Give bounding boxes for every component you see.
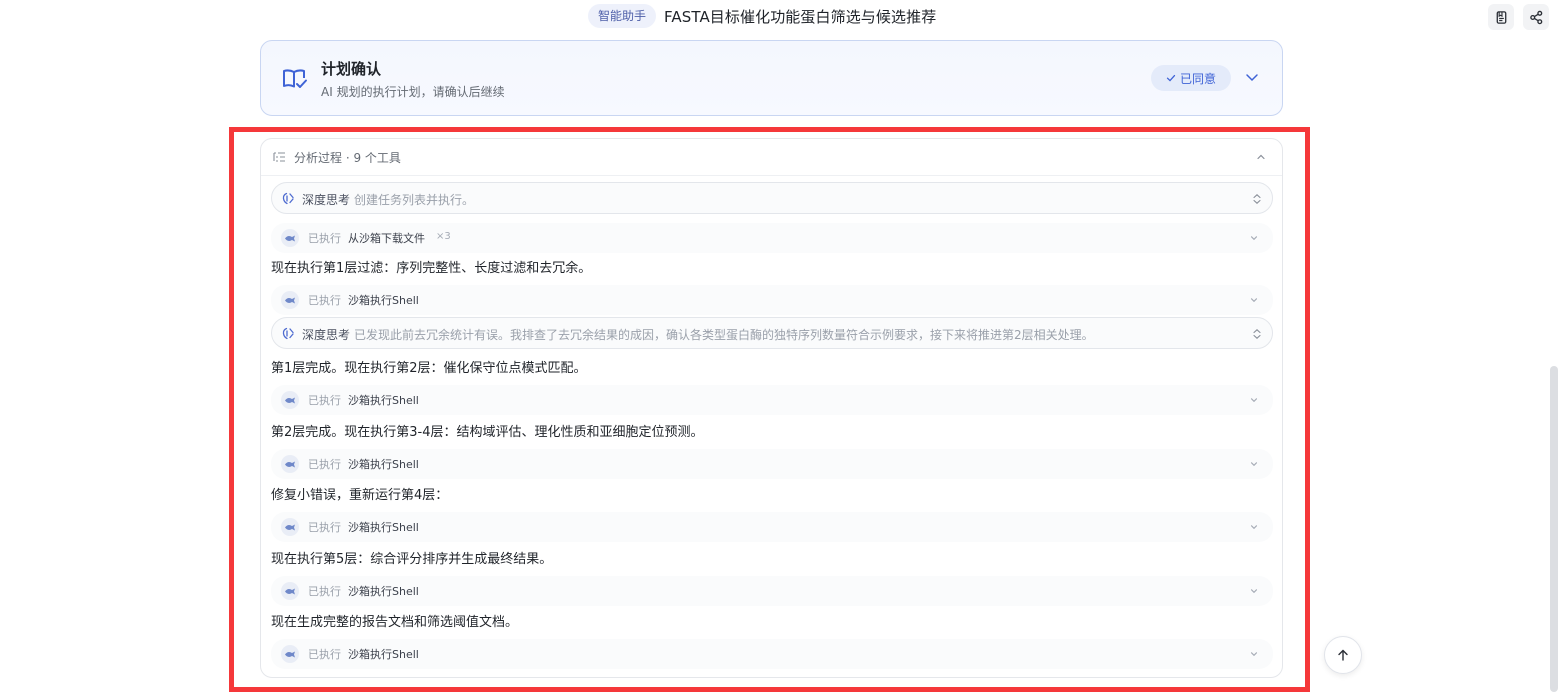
chevron-down-icon[interactable]	[1249, 522, 1259, 532]
tool-name: 沙箱执行Shell	[348, 521, 419, 534]
tool-name: 从沙箱下载文件	[348, 232, 425, 245]
sandbox-fish-icon	[285, 235, 295, 241]
deep-think-summary: 已发现此前去冗余统计有误。我排查了去冗余结果的成因，确认各类型蛋白酶的独特序列数…	[354, 328, 1094, 342]
deep-think-row[interactable]: 深度思考 已发现此前去冗余统计有误。我排查了去冗余结果的成因，确认各类型蛋白酶的独…	[271, 317, 1273, 349]
chevron-up-icon[interactable]	[1255, 151, 1267, 163]
deep-think-summary: 创建任务列表并执行。	[354, 193, 475, 207]
tool-execution-row[interactable]: 已执行 沙箱执行Shell	[271, 639, 1273, 669]
deep-think-row[interactable]: 深度思考 创建任务列表并执行。	[271, 182, 1273, 214]
tool-name: 沙箱执行Shell	[348, 458, 419, 471]
execution-status: 已执行	[308, 585, 341, 598]
tool-execution-row[interactable]: 已执行 沙箱执行Shell	[271, 449, 1273, 479]
plan-confirm-card[interactable]: 计划确认 AI 规划的执行计划，请确认后继续 已同意	[260, 40, 1283, 116]
analysis-panel: 分析过程 · 9 个工具 深度思考 创建任务列表并执行。 已执行 从沙箱下载文件 ×3 现…	[260, 138, 1283, 678]
tool-avatar	[281, 291, 299, 309]
assistant-message: 现在生成完整的报告文档和筛选阈值文档。	[271, 615, 519, 630]
tool-avatar	[281, 229, 299, 247]
chevron-down-icon[interactable]	[1249, 649, 1259, 659]
plan-title: 计划确认	[321, 60, 382, 78]
title-area: 智能助手 FASTA目标催化功能蛋白筛选与候选推荐	[588, 4, 936, 28]
assistant-message: 现在执行第1层过滤：序列完整性、长度过滤和去冗余。	[271, 261, 592, 276]
tool-execution-row[interactable]: 已执行 沙箱执行Shell	[271, 512, 1273, 542]
sandbox-fish-icon	[285, 297, 295, 303]
tool-execution-row[interactable]: 已执行 沙箱执行Shell	[271, 385, 1273, 415]
share-button[interactable]	[1523, 4, 1549, 30]
plan-subtitle: AI 规划的执行计划，请确认后继续	[321, 85, 505, 99]
sandbox-fish-icon	[285, 524, 295, 530]
assistant-message: 现在执行第5层：综合评分排序并生成最终结果。	[271, 552, 553, 567]
assistant-message: 修复小错误，重新运行第4层：	[271, 488, 449, 503]
tool-avatar	[281, 645, 299, 663]
execution-status: 已执行	[308, 294, 341, 307]
chevron-down-icon[interactable]	[1249, 586, 1259, 596]
sandbox-fish-icon	[285, 588, 295, 594]
chevron-down-icon[interactable]	[1249, 233, 1259, 243]
tool-name: 沙箱执行Shell	[348, 585, 419, 598]
top-header: 智能助手 FASTA目标催化功能蛋白筛选与候选推荐	[0, 0, 1561, 36]
assistant-message: 第1层完成。现在执行第2层：催化保守位点模式匹配。	[271, 361, 587, 376]
tool-execution-row[interactable]: 已执行 从沙箱下载文件 ×3	[271, 223, 1273, 253]
tool-name: 沙箱执行Shell	[348, 294, 419, 307]
sandbox-fish-icon	[285, 651, 295, 657]
chevron-down-icon[interactable]	[1245, 70, 1259, 84]
list-icon	[273, 152, 285, 162]
tool-execution-row[interactable]: 已执行 沙箱执行Shell	[271, 576, 1273, 606]
agreed-status-chip: 已同意	[1151, 65, 1231, 91]
analysis-header-label: 分析过程 · 9 个工具	[294, 151, 401, 165]
deep-think-icon	[282, 327, 294, 340]
scrollbar-thumb[interactable]	[1550, 366, 1558, 692]
expand-toggle-icon[interactable]	[1252, 328, 1262, 340]
execution-status: 已执行	[308, 394, 341, 407]
tool-name: 沙箱执行Shell	[348, 648, 419, 661]
assistant-badge: 智能助手	[588, 4, 657, 28]
chevron-down-icon[interactable]	[1249, 459, 1259, 469]
share-icon	[1529, 10, 1542, 24]
deep-think-label: 深度思考	[302, 328, 351, 342]
tool-avatar	[281, 582, 299, 600]
deep-think-label: 深度思考	[302, 193, 351, 207]
chevron-down-icon[interactable]	[1249, 295, 1259, 305]
sandbox-fish-icon	[285, 397, 295, 403]
agreed-label: 已同意	[1179, 71, 1216, 86]
copy-document-button[interactable]	[1488, 4, 1514, 30]
sandbox-fish-icon	[285, 461, 295, 467]
deep-think-icon	[282, 192, 294, 205]
analysis-header[interactable]: 分析过程 · 9 个工具	[261, 139, 1282, 176]
check-icon	[1166, 74, 1176, 82]
tool-avatar	[281, 391, 299, 409]
execution-status: 已执行	[308, 521, 341, 534]
book-check-icon	[283, 69, 307, 88]
execution-status: 已执行	[308, 648, 341, 661]
tool-execution-row[interactable]: 已执行 沙箱执行Shell	[271, 285, 1273, 315]
tool-avatar	[281, 455, 299, 473]
scroll-to-top-button[interactable]	[1324, 636, 1362, 674]
arrow-up-icon	[1338, 649, 1348, 661]
execution-count: ×3	[436, 231, 451, 242]
chevron-down-icon[interactable]	[1249, 395, 1259, 405]
tool-avatar	[281, 518, 299, 536]
execution-status: 已执行	[308, 458, 341, 471]
page-title: FASTA目标催化功能蛋白筛选与候选推荐	[664, 7, 937, 26]
expand-toggle-icon[interactable]	[1252, 193, 1262, 205]
execution-status: 已执行	[308, 232, 341, 245]
assistant-message: 第2层完成。现在执行第3-4层：结构域评估、理化性质和亚细胞定位预测。	[271, 425, 704, 440]
tool-name: 沙箱执行Shell	[348, 394, 419, 407]
copy-document-icon	[1496, 10, 1506, 24]
